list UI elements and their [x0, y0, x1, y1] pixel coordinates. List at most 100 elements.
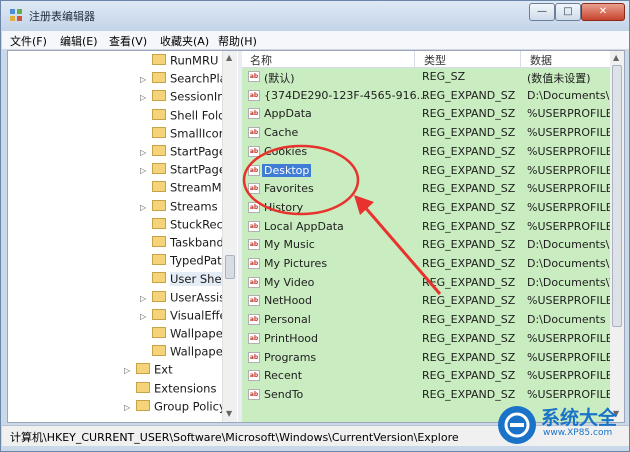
- value-row[interactable]: ab Recent REG_EXPAND_SZ %USERPROFILE: [242, 367, 610, 386]
- value-row[interactable]: ab Desktop REG_EXPAND_SZ %USERPROFILE: [242, 162, 610, 181]
- value-row[interactable]: ab {374DE290-123F-4565-916... REG_EXPAND_S…: [242, 87, 610, 106]
- tree-node[interactable]: ▷ SessionIn: [140, 89, 225, 107]
- minimize-button[interactable]: —: [529, 3, 555, 21]
- tree-node-label: Extensions: [154, 381, 217, 396]
- value-row[interactable]: ab Cache REG_EXPAND_SZ %USERPROFILE: [242, 124, 610, 143]
- value-name: Recent: [264, 369, 303, 383]
- value-data: %USERPROFILE: [527, 163, 610, 177]
- value-data: D:\Documents\V: [527, 275, 610, 289]
- key-tree-pane: RunMRU ▷ SearchPla ▷ SessionIn Shell Fold Smal…: [8, 51, 238, 422]
- tree-node-label: TypedPatl: [170, 253, 225, 268]
- value-row[interactable]: ab My Video REG_EXPAND_SZ D:\Documents\V: [242, 274, 610, 293]
- value-row[interactable]: ab PrintHood REG_EXPAND_SZ %USERPROFILE: [242, 330, 610, 349]
- header-divider[interactable]: [520, 51, 521, 67]
- expand-arrow-icon[interactable]: ▷: [140, 94, 148, 102]
- tree-node[interactable]: ▷ UserAssis: [140, 290, 225, 308]
- tree-node[interactable]: ▷ Ext: [124, 362, 173, 380]
- window-title: 注册表编辑器: [29, 10, 95, 23]
- string-value-icon: ab: [248, 314, 260, 326]
- tree-node-label: Ext: [154, 362, 173, 377]
- value-name: My Music: [264, 238, 315, 252]
- menu-favorites[interactable]: 收藏夹(A): [160, 33, 209, 49]
- header-data[interactable]: 数据: [530, 52, 552, 68]
- tree-node[interactable]: Wallpape: [152, 344, 223, 362]
- expand-arrow-icon[interactable]: ▷: [124, 367, 132, 375]
- title-bar[interactable]: 注册表编辑器 — □ ✕: [1, 1, 629, 31]
- tree-node[interactable]: RunMRU: [152, 53, 218, 71]
- tree-node-label: StreamMI: [170, 180, 225, 195]
- tree-node[interactable]: ▷ Group Policy: [124, 399, 226, 417]
- string-value-icon: ab: [248, 351, 260, 363]
- expand-arrow-icon[interactable]: ▷: [140, 294, 148, 303]
- list-header: 名称 类型 数据: [242, 51, 610, 68]
- expand-arrow-icon[interactable]: ▷: [140, 312, 148, 321]
- folder-icon: [136, 381, 150, 393]
- menu-help[interactable]: 帮助(H): [218, 33, 257, 49]
- value-name: Personal: [264, 313, 311, 327]
- expand-arrow-icon[interactable]: ▷: [140, 76, 148, 84]
- tree-node-label: User Shel: [170, 271, 225, 286]
- main-content: RunMRU ▷ SearchPla ▷ SessionIn Shell Fold Smal…: [7, 50, 625, 423]
- tree-node[interactable]: ▷ VisualEffe: [140, 308, 227, 326]
- tree-node[interactable]: Shell Fold: [152, 108, 225, 126]
- string-value-icon: ab: [248, 108, 260, 120]
- value-row[interactable]: ab My Pictures REG_EXPAND_SZ D:\Documents\P: [242, 255, 610, 274]
- value-data: %USERPROFILE: [527, 126, 610, 140]
- value-name: AppData: [264, 107, 312, 121]
- tree-scrollbar[interactable]: ▲ ▼: [222, 51, 237, 422]
- value-name: Local AppData: [264, 219, 344, 233]
- value-row[interactable]: ab AppData REG_EXPAND_SZ %USERPROFILE: [242, 105, 610, 124]
- tree-node-label: Wallpape: [170, 344, 223, 359]
- list-scrollbar[interactable]: ▲ ▼: [610, 51, 624, 422]
- tree-node-label: SessionIn: [170, 89, 225, 104]
- value-name: Favorites: [264, 182, 314, 196]
- menu-view[interactable]: 查看(V): [109, 33, 147, 49]
- value-name: PrintHood: [264, 331, 319, 345]
- tree-scroll-thumb[interactable]: [225, 255, 235, 279]
- list-scroll-thumb[interactable]: [612, 65, 622, 327]
- value-row[interactable]: ab Programs REG_EXPAND_SZ %USERPROFILE: [242, 349, 610, 368]
- value-row[interactable]: ab NetHood REG_EXPAND_SZ %USERPROFILE: [242, 292, 610, 311]
- tree-node[interactable]: Extensions: [136, 381, 216, 399]
- value-data: %USERPROFILE: [527, 219, 610, 233]
- string-value-icon: ab: [248, 89, 260, 101]
- header-name[interactable]: 名称: [250, 52, 272, 68]
- menu-edit[interactable]: 编辑(E): [60, 33, 98, 49]
- value-row[interactable]: ab Favorites REG_EXPAND_SZ %USERPROFILE: [242, 180, 610, 199]
- menu-file[interactable]: 文件(F): [10, 33, 47, 49]
- value-row[interactable]: ab My Music REG_EXPAND_SZ D:\Documents\M: [242, 236, 610, 255]
- tree-node[interactable]: Wallpape: [152, 326, 223, 344]
- tree-node[interactable]: User Shel: [152, 271, 225, 289]
- watermark-title: 系统大全: [541, 407, 618, 429]
- folder-icon: [152, 327, 166, 338]
- tree-node[interactable]: StuckRect: [152, 217, 227, 235]
- value-row[interactable]: ab History REG_EXPAND_SZ %USERPROFILE: [242, 199, 610, 218]
- scroll-down-icon[interactable]: ▼: [226, 409, 232, 418]
- tree-node[interactable]: TypedPatl: [152, 253, 225, 271]
- scroll-up-icon[interactable]: ▲: [613, 53, 619, 62]
- value-row[interactable]: ab Local AppData REG_EXPAND_SZ %USERPROFILE: [242, 218, 610, 237]
- tree-node[interactable]: StreamMI: [152, 180, 225, 198]
- expand-arrow-icon[interactable]: ▷: [140, 149, 148, 157]
- value-row[interactable]: ab (默认) REG_SZ (数值未设置): [242, 68, 610, 87]
- scroll-up-icon[interactable]: ▲: [226, 53, 232, 62]
- value-row[interactable]: ab Personal REG_EXPAND_SZ D:\Documents: [242, 311, 610, 330]
- expand-arrow-icon[interactable]: ▷: [140, 203, 148, 212]
- tree-node-label: StartPage: [170, 144, 226, 159]
- tree-node[interactable]: ▷ Streams: [140, 199, 218, 217]
- header-divider[interactable]: [414, 51, 415, 67]
- expand-arrow-icon[interactable]: ▷: [140, 167, 148, 175]
- maximize-button[interactable]: □: [555, 3, 581, 21]
- tree-node[interactable]: ▷ StartPage: [140, 144, 226, 162]
- header-type[interactable]: 类型: [424, 52, 446, 68]
- tree-node[interactable]: Taskband: [152, 235, 224, 253]
- folder-icon: [152, 345, 166, 357]
- expand-arrow-icon[interactable]: ▷: [124, 403, 132, 412]
- string-value-icon: ab: [248, 332, 260, 344]
- close-button[interactable]: ✕: [581, 3, 625, 21]
- string-value-icon: ab: [248, 220, 260, 232]
- tree-node[interactable]: ▷ StartPage: [140, 162, 226, 180]
- value-row[interactable]: ab Cookies REG_EXPAND_SZ %USERPROFILE: [242, 143, 610, 162]
- tree-node[interactable]: SmallIcon: [152, 126, 226, 144]
- tree-node[interactable]: ▷ SearchPla: [140, 71, 227, 89]
